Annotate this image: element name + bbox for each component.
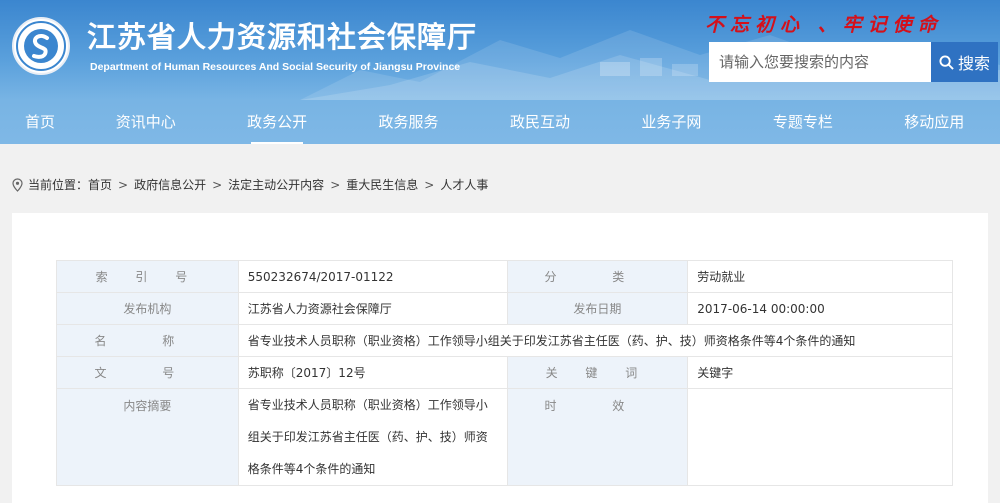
search-input[interactable] (709, 42, 931, 82)
nav-item-home[interactable]: 首页 (0, 100, 80, 144)
breadcrumb-link-talent[interactable]: 人才人事 (440, 176, 488, 193)
abstract-label: 内容摘要 (56, 388, 239, 486)
date-label: 发布日期 (506, 292, 689, 325)
validity-value (687, 388, 953, 486)
publisher-label: 发布机构 (56, 292, 239, 325)
emblem-icon (16, 21, 66, 71)
keyword-value: 关键字 (687, 356, 953, 389)
index-label: 索 引 号 (56, 260, 239, 293)
breadcrumb-separator: > (424, 177, 435, 192)
site-header: 江苏省人力资源和社会保障厅 Department of Human Resour… (0, 0, 1000, 100)
keyword-label: 关 键 词 (506, 356, 689, 389)
breadcrumb-link-livelihood[interactable]: 重大民生信息 (346, 176, 418, 193)
table-row: 发布机构 江苏省人力资源社会保障厅 发布日期 2017-06-14 00:00:… (56, 292, 953, 325)
docno-label: 文 号 (56, 356, 239, 389)
breadcrumb-separator: > (118, 177, 129, 192)
category-label: 分 类 (506, 260, 689, 293)
table-row: 内容摘要 省专业技术人员职称（职业资格）工作领导小组关于印发江苏省主任医（药、护… (56, 388, 953, 486)
site-subtitle: Department of Human Resources And Social… (90, 61, 461, 73)
nav-item-interaction[interactable]: 政民互动 (474, 100, 605, 144)
slogan: 不忘初心 、牢记使命 (705, 14, 943, 36)
name-label: 名 称 (56, 324, 239, 357)
nav-item-news[interactable]: 资讯中心 (80, 100, 211, 144)
docno-value: 苏职称〔2017〕12号 (237, 356, 508, 389)
location-pin-icon (12, 177, 23, 192)
nav-item-gov-services[interactable]: 政务服务 (343, 100, 474, 144)
breadcrumb-separator: > (212, 177, 223, 192)
table-row: 索 引 号 550232674/2017-01122 分 类 劳动就业 (56, 260, 953, 293)
content-panel: 索 引 号 550232674/2017-01122 分 类 劳动就业 发布机构… (12, 213, 988, 503)
breadcrumb-prefix: 当前位置： (28, 178, 89, 192)
category-value: 劳动就业 (687, 260, 953, 293)
table-row: 名 称 省专业技术人员职称（职业资格）工作领导小组关于印发江苏省主任医（药、护、… (56, 324, 954, 357)
search-icon (939, 54, 954, 70)
breadcrumb-link-statutory[interactable]: 法定主动公开内容 (228, 176, 324, 193)
table-row: 文 号 苏职称〔2017〕12号 关 键 词 关键字 (56, 356, 953, 389)
validity-label: 时 效 (506, 388, 689, 486)
breadcrumb-link-home[interactable]: 首页 (88, 176, 112, 193)
main-nav: 首页 资讯中心 政务公开 政务服务 政民互动 业务子网 专题专栏 移动应用 (0, 100, 1000, 144)
site-logo[interactable] (12, 17, 70, 75)
name-value: 省专业技术人员职称（职业资格）工作领导小组关于印发江苏省主任医（药、护、技）师资… (237, 324, 954, 357)
breadcrumb-separator: > (330, 177, 341, 192)
nav-item-gov-affairs[interactable]: 政务公开 (211, 100, 342, 144)
breadcrumb: 当前位置： 首页 > 政府信息公开 > 法定主动公开内容 > 重大民生信息 > … (12, 176, 488, 193)
nav-item-mobile[interactable]: 移动应用 (869, 100, 1000, 144)
search-button[interactable]: 搜索 (931, 42, 998, 82)
nav-item-topics[interactable]: 专题专栏 (737, 100, 868, 144)
document-info-table: 索 引 号 550232674/2017-01122 分 类 劳动就业 发布机构… (56, 260, 954, 486)
nav-item-subsites[interactable]: 业务子网 (606, 100, 737, 144)
index-value: 550232674/2017-01122 (237, 260, 508, 293)
search-button-label: 搜索 (957, 54, 990, 73)
publisher-value: 江苏省人力资源社会保障厅 (237, 292, 508, 325)
site-title: 江苏省人力资源和社会保障厅 (87, 20, 478, 54)
breadcrumb-link-gov-info[interactable]: 政府信息公开 (134, 176, 206, 193)
date-value: 2017-06-14 00:00:00 (687, 292, 953, 325)
abstract-value: 省专业技术人员职称（职业资格）工作领导小组关于印发江苏省主任医（药、护、技）师资… (237, 388, 508, 486)
